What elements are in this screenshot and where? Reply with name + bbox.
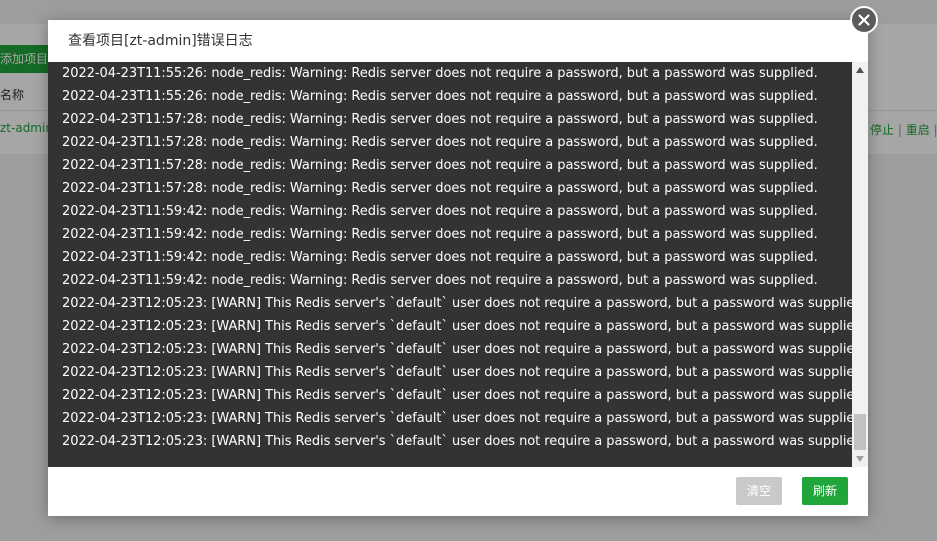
log-line: 2022-04-23T11:59:42: node_redis: Warning… bbox=[62, 204, 818, 219]
log-line: 2022-04-23T12:05:23: [WARN] This Redis s… bbox=[62, 342, 863, 357]
log-line: 2022-04-23T12:05:23: [WARN] This Redis s… bbox=[62, 296, 863, 311]
log-viewer[interactable]: 2022-04-23T11:55:26: node_redis: Warning… bbox=[48, 62, 868, 467]
log-line: 2022-04-23T11:57:28: node_redis: Warning… bbox=[62, 112, 818, 127]
scroll-up-icon[interactable] bbox=[852, 62, 868, 78]
close-icon[interactable] bbox=[850, 6, 878, 34]
log-lines: 2022-04-23T11:55:26: node_redis: Warning… bbox=[62, 62, 863, 453]
log-line: 2022-04-23T11:59:42: node_redis: Warning… bbox=[62, 227, 818, 242]
log-line: 2022-04-23T12:05:23: [WARN] This Redis s… bbox=[62, 434, 863, 449]
scroll-down-icon[interactable] bbox=[852, 451, 868, 467]
log-line: 2022-04-23T11:57:28: node_redis: Warning… bbox=[62, 135, 818, 150]
log-line: 2022-04-23T12:05:23: [WARN] This Redis s… bbox=[62, 411, 863, 426]
log-line: 2022-04-23T11:59:42: node_redis: Warning… bbox=[62, 250, 818, 265]
clear-button[interactable]: 清空 bbox=[736, 477, 782, 505]
log-line: 2022-04-23T12:05:23: [WARN] This Redis s… bbox=[62, 365, 863, 380]
log-line: 2022-04-23T12:05:23: [WARN] This Redis s… bbox=[62, 388, 863, 403]
log-line: 2022-04-23T11:57:28: node_redis: Warning… bbox=[62, 181, 818, 196]
scroll-thumb[interactable] bbox=[854, 414, 866, 450]
log-line: 2022-04-23T11:55:26: node_redis: Warning… bbox=[62, 66, 818, 81]
log-line: 2022-04-23T11:55:26: node_redis: Warning… bbox=[62, 89, 818, 104]
log-line: 2022-04-23T11:57:28: node_redis: Warning… bbox=[62, 158, 818, 173]
log-line: 2022-04-23T11:59:42: node_redis: Warning… bbox=[62, 273, 818, 288]
log-scrollbar[interactable] bbox=[852, 62, 868, 467]
refresh-button[interactable]: 刷新 bbox=[802, 477, 848, 505]
dialog-title: 查看项目[zt-admin]错误日志 bbox=[68, 33, 253, 49]
error-log-dialog: 查看项目[zt-admin]错误日志 2022-04-23T11:55:26: … bbox=[48, 20, 868, 516]
log-line: 2022-04-23T12:05:23: [WARN] This Redis s… bbox=[62, 319, 863, 334]
